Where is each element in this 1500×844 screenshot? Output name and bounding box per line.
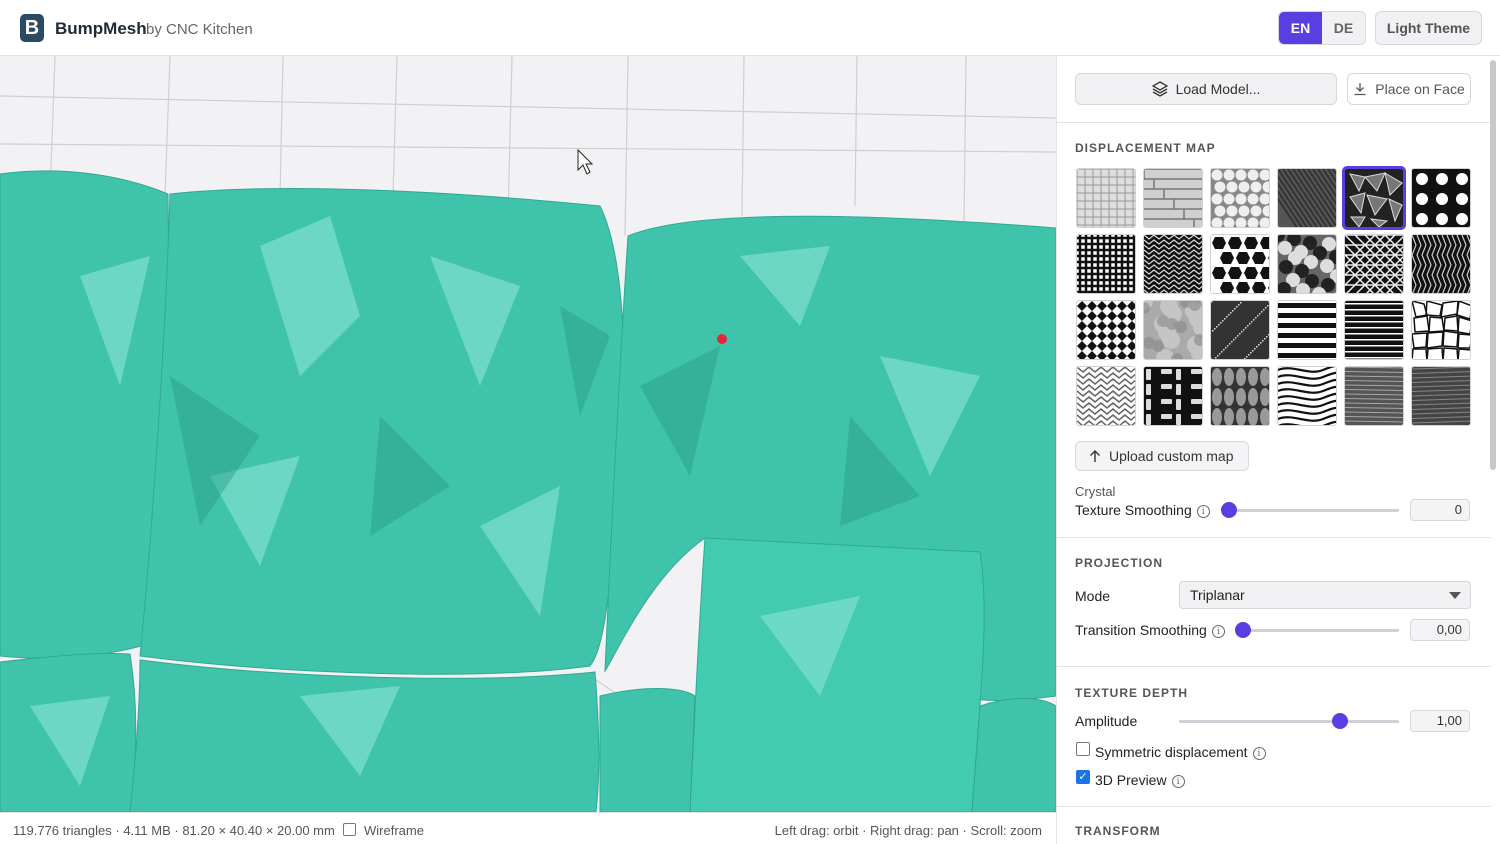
- texture-smoothing-slider[interactable]: [1229, 509, 1399, 512]
- texture-tile[interactable]: [1344, 366, 1404, 426]
- app-name: BumpMesh: [55, 19, 147, 38]
- load-model-button[interactable]: Load Model...: [1075, 73, 1337, 105]
- load-model-label: Load Model...: [1175, 81, 1261, 97]
- info-icon[interactable]: i: [1171, 775, 1185, 788]
- 3d-preview-checkbox[interactable]: ✓: [1076, 770, 1090, 784]
- texture-tile[interactable]: [1277, 168, 1337, 228]
- wireframe-checkbox[interactable]: [343, 823, 356, 836]
- upload-custom-map-button[interactable]: Upload custom map: [1075, 441, 1249, 471]
- transition-smoothing-value[interactable]: 0,00: [1410, 619, 1470, 641]
- texture-tile[interactable]: [1210, 168, 1270, 228]
- download-icon: [1354, 83, 1366, 96]
- texture-smoothing-value[interactable]: 0: [1410, 499, 1470, 521]
- projection-mode-select[interactable]: Triplanar: [1179, 581, 1471, 609]
- texture-tile[interactable]: [1143, 300, 1203, 360]
- amplitude-slider[interactable]: [1179, 720, 1399, 723]
- transition-smoothing-label: Transition Smoothing i: [1075, 622, 1225, 638]
- language-en-button[interactable]: EN: [1279, 12, 1322, 44]
- texture-tile[interactable]: [1344, 300, 1404, 360]
- mesh-render: [0, 56, 1056, 812]
- language-de-button[interactable]: DE: [1322, 12, 1365, 44]
- texture-depth-title: TEXTURE DEPTH: [1075, 686, 1189, 700]
- info-icon[interactable]: i: [1252, 747, 1266, 760]
- place-on-face-button[interactable]: Place on Face: [1347, 73, 1471, 105]
- texture-tile[interactable]: [1076, 300, 1136, 360]
- place-on-face-label: Place on Face: [1375, 81, 1465, 97]
- surface-marker: [717, 334, 727, 344]
- texture-tile[interactable]: [1411, 366, 1471, 426]
- controls-hint: Left drag: orbit · Right drag: pan · Scr…: [774, 823, 1042, 838]
- texture-tile[interactable]: [1076, 234, 1136, 294]
- 3d-viewport[interactable]: [0, 56, 1056, 812]
- wireframe-label: Wireframe: [364, 823, 424, 838]
- upload-custom-map-label: Upload custom map: [1109, 448, 1234, 464]
- info-icon[interactable]: i: [1196, 505, 1210, 518]
- amplitude-value[interactable]: 1,00: [1410, 710, 1470, 732]
- mode-label: Mode: [1075, 588, 1111, 604]
- transform-title: TRANSFORM: [1075, 824, 1161, 838]
- status-bar: 119.776 triangles · 4.11 MB · 81.20 × 40…: [0, 812, 1056, 844]
- theme-toggle-button[interactable]: Light Theme: [1375, 11, 1482, 45]
- language-switch: EN DE: [1278, 11, 1366, 45]
- texture-tile[interactable]: [1411, 300, 1471, 360]
- projection-title: PROJECTION: [1075, 556, 1164, 570]
- chevron-down-icon: [1449, 592, 1461, 599]
- settings-panel: Load Model... Place on Face DISPLACEMENT…: [1056, 56, 1500, 844]
- texture-tile[interactable]: [1210, 300, 1270, 360]
- texture-tile[interactable]: [1277, 300, 1337, 360]
- transition-smoothing-thumb[interactable]: [1235, 622, 1251, 638]
- app-byline: by CNC Kitchen: [146, 21, 253, 38]
- texture-tile[interactable]: [1076, 168, 1136, 228]
- mesh-stats: 119.776 triangles · 4.11 MB · 81.20 × 40…: [13, 823, 335, 838]
- displacement-map-title: DISPLACEMENT MAP: [1075, 141, 1216, 155]
- texture-tile[interactable]: [1344, 234, 1404, 294]
- transition-smoothing-slider[interactable]: [1243, 629, 1399, 632]
- mouse-cursor-icon: [577, 148, 594, 175]
- texture-tile[interactable]: [1277, 366, 1337, 426]
- symmetric-displacement-label: Symmetric displacement i: [1095, 744, 1266, 760]
- projection-mode-value: Triplanar: [1190, 587, 1245, 603]
- info-icon[interactable]: i: [1211, 625, 1225, 638]
- arrow-up-icon: [1090, 449, 1100, 462]
- amplitude-label: Amplitude: [1075, 713, 1138, 729]
- texture-tile[interactable]: [1411, 234, 1471, 294]
- layers-icon: [1151, 81, 1168, 97]
- app-logo-icon: B: [20, 14, 44, 42]
- texture-tile[interactable]: [1277, 234, 1337, 294]
- app-header: B BumpMesh by CNC Kitchen EN DE Light Th…: [0, 0, 1500, 56]
- texture-tile[interactable]: [1143, 366, 1203, 426]
- texture-grid: [1076, 166, 1472, 426]
- 3d-preview-label: 3D Preview i: [1095, 772, 1185, 788]
- texture-smoothing-label: Texture Smoothing i: [1075, 502, 1210, 518]
- texture-smoothing-thumb[interactable]: [1221, 502, 1237, 518]
- texture-tile[interactable]: [1143, 234, 1203, 294]
- amplitude-thumb[interactable]: [1331, 713, 1348, 729]
- texture-tile[interactable]: [1342, 166, 1406, 230]
- texture-tile[interactable]: [1076, 366, 1136, 426]
- texture-tile[interactable]: [1210, 366, 1270, 426]
- texture-tile[interactable]: [1411, 168, 1471, 228]
- symmetric-displacement-checkbox[interactable]: [1076, 742, 1090, 756]
- selected-texture-name: Crystal: [1075, 484, 1116, 499]
- texture-tile[interactable]: [1210, 234, 1270, 294]
- panel-scrollbar[interactable]: [1490, 60, 1496, 470]
- texture-tile[interactable]: [1143, 168, 1203, 228]
